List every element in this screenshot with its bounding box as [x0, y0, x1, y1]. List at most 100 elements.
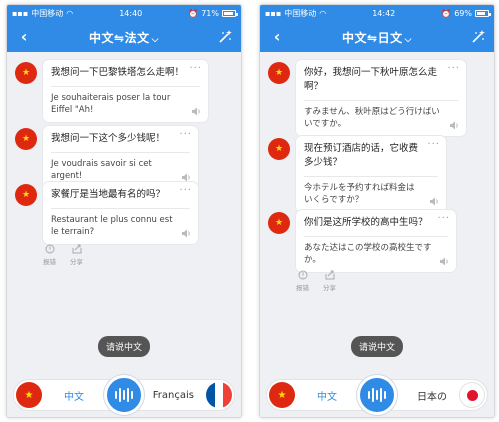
voice-input-button[interactable] — [357, 375, 397, 415]
chat-area: ★ 我想问一下巴黎铁塔怎么走啊！ ··· Je souhaiterais pos… — [7, 52, 241, 417]
translation-text: 今ホテルを予约すれば料金はいくらですか？ — [304, 183, 415, 205]
carrier-label: 中国移动 — [31, 9, 64, 18]
message-actions: 报错 分享 — [296, 270, 336, 292]
source-text: 你们是这所学校的高中生吗？ — [304, 217, 428, 228]
alarm-icon: ⏰ — [441, 9, 452, 18]
china-flag-avatar: ★ — [268, 138, 290, 160]
translation-text: Je voudrais savoir si cet argent! — [51, 159, 152, 181]
more-dots-icon[interactable]: ··· — [189, 63, 202, 74]
battery-icon — [475, 10, 491, 17]
source-language-label: 中文 — [64, 391, 84, 403]
more-dots-icon[interactable]: ··· — [447, 63, 460, 74]
signal-icon: ▪▪▪ — [265, 9, 282, 18]
divider — [51, 208, 190, 209]
divider — [51, 86, 200, 87]
report-button[interactable]: 报错 — [296, 270, 309, 292]
speaker-icon[interactable] — [439, 257, 449, 266]
message-actions: 报错 分享 — [43, 244, 83, 266]
source-text: 我想问一下巴黎铁塔怎么走啊！ — [51, 67, 185, 78]
message-item: ★ 我想问一下巴黎铁塔怎么走啊！ ··· Je souhaiterais pos… — [15, 60, 208, 122]
message-bubble[interactable]: 现在预订酒店的话，它收费多少钱？ ··· 今ホテルを予约すれば料金はいくらですか… — [296, 136, 446, 212]
translation-text: Je souhaiterais poser la tour Eiffel "Ah… — [51, 93, 171, 115]
divider — [304, 176, 438, 177]
language-pair-selector[interactable]: 中文⇋日文 ⌵ — [342, 29, 412, 46]
report-label: 报错 — [43, 258, 56, 266]
voice-input-button[interactable] — [104, 375, 144, 415]
source-language-label: 中文 — [317, 391, 337, 403]
message-bubble[interactable]: 我想问一下巴黎铁塔怎么走啊！ ··· Je souhaiterais poser… — [43, 60, 208, 122]
status-time: 14:40 — [119, 9, 143, 18]
phone-japanese: ▪▪▪ 中国移动 ◠ 14:42 ⏰ 69% ‹ 中文⇋日文 ⌵ ★ 你好，我想… — [259, 4, 495, 418]
share-icon — [72, 244, 81, 254]
report-icon — [45, 244, 54, 254]
divider — [304, 100, 458, 101]
china-flag-avatar: ★ — [15, 128, 37, 150]
message-bubble[interactable]: 你们是这所学校的高中生吗？ ··· あなた达はこの学校の高校生ですか。 — [296, 210, 456, 272]
screenshot: ▪▪▪ 中国移动 ◠ 14:40 ⏰ 71% ‹ 中文⇋法文 ⌵ ★ 我想问一下… — [0, 0, 499, 422]
report-label: 报错 — [296, 284, 309, 292]
source-text: 我想问一下这个多少钱呢！ — [51, 133, 166, 144]
speaker-icon[interactable] — [181, 173, 191, 182]
speaker-icon[interactable] — [181, 229, 191, 238]
more-dots-icon[interactable]: ··· — [427, 139, 440, 150]
share-button[interactable]: 分享 — [70, 244, 83, 266]
wifi-icon: ◠ — [66, 9, 74, 18]
message-item: ★ 你好，我想问一下秋叶原怎么走啊？ ··· すみません、秋叶原はどう行けばいい… — [268, 60, 466, 136]
language-pair-selector[interactable]: 中文⇋法文 ⌵ — [89, 29, 159, 46]
signal-icon: ▪▪▪ — [12, 9, 29, 18]
target-language-label: Français — [152, 389, 194, 401]
share-label: 分享 — [323, 284, 336, 292]
chat-area: ★ 你好，我想问一下秋叶原怎么走啊？ ··· すみません、秋叶原はどう行けばいい… — [260, 52, 494, 417]
japan-flag-icon — [459, 382, 485, 408]
back-chevron-icon[interactable]: ‹ — [15, 27, 33, 46]
speaker-icon[interactable] — [429, 197, 439, 206]
message-bubble[interactable]: 你好，我想问一下秋叶原怎么走啊？ ··· すみません、秋叶原はどう行けばいいです… — [296, 60, 466, 136]
translation-text: すみません、秋叶原はどう行けばいいですか。 — [304, 107, 440, 129]
speak-hint: 请说中文 — [350, 336, 404, 357]
speak-hint: 请说中文 — [97, 336, 151, 357]
china-flag-icon: ★ — [269, 382, 295, 408]
message-item: ★ 家餐厅是当地最有名的吗？ ··· Restaurant le plus co… — [15, 182, 198, 244]
france-flag-icon — [206, 382, 232, 408]
status-time: 14:42 — [372, 9, 396, 18]
message-bubble[interactable]: 我想问一下这个多少钱呢！ ··· Je voudrais savoir si c… — [43, 126, 198, 188]
report-button[interactable]: 报错 — [43, 244, 56, 266]
mic-wave-icon — [115, 388, 133, 402]
divider — [51, 152, 190, 153]
more-dots-icon[interactable]: ··· — [437, 213, 450, 224]
nav-bar: ‹ 中文⇋日文 ⌵ — [260, 22, 494, 52]
message-bubble[interactable]: 家餐厅是当地最有名的吗？ ··· Restaurant le plus conn… — [43, 182, 198, 244]
more-dots-icon[interactable]: ··· — [179, 185, 192, 196]
chevron-down-icon: ⌵ — [151, 34, 159, 45]
wand-icon[interactable] — [217, 29, 233, 45]
translation-text: あなた达はこの学校の高校生ですか。 — [304, 243, 432, 265]
china-flag-avatar: ★ — [15, 184, 37, 206]
source-text: 你好，我想问一下秋叶原怎么走啊？ — [304, 67, 438, 92]
nav-bar: ‹ 中文⇋法文 ⌵ — [7, 22, 241, 52]
divider — [304, 236, 448, 237]
mic-wave-icon — [368, 388, 386, 402]
china-flag-icon: ★ — [16, 382, 42, 408]
chevron-down-icon: ⌵ — [404, 34, 412, 45]
wand-icon[interactable] — [470, 29, 486, 45]
back-chevron-icon[interactable]: ‹ — [268, 27, 286, 46]
china-flag-avatar: ★ — [268, 212, 290, 234]
share-button[interactable]: 分享 — [323, 270, 336, 292]
wifi-icon: ◠ — [319, 9, 327, 18]
more-dots-icon[interactable]: ··· — [179, 129, 192, 140]
battery-percent: 71% — [201, 9, 219, 18]
translation-text: Restaurant le plus connu est le terrain? — [51, 215, 173, 237]
message-item: ★ 你们是这所学校的高中生吗？ ··· あなた达はこの学校の高校生ですか。 — [268, 210, 456, 272]
battery-icon — [222, 10, 238, 17]
language-pair-title: 中文⇋日文 — [342, 30, 403, 45]
message-item: ★ 我想问一下这个多少钱呢！ ··· Je voudrais savoir si… — [15, 126, 198, 188]
language-pair-title: 中文⇋法文 — [89, 30, 150, 45]
source-text: 现在预订酒店的话，它收费多少钱？ — [304, 143, 419, 168]
speaker-icon[interactable] — [449, 121, 459, 130]
share-icon — [325, 270, 334, 280]
china-flag-avatar: ★ — [15, 62, 37, 84]
alarm-icon: ⏰ — [188, 9, 199, 18]
bottom-bar: ★ 中文 日本の — [260, 367, 494, 417]
status-bar: ▪▪▪ 中国移动 ◠ 14:42 ⏰ 69% — [260, 5, 494, 22]
speaker-icon[interactable] — [191, 107, 201, 116]
